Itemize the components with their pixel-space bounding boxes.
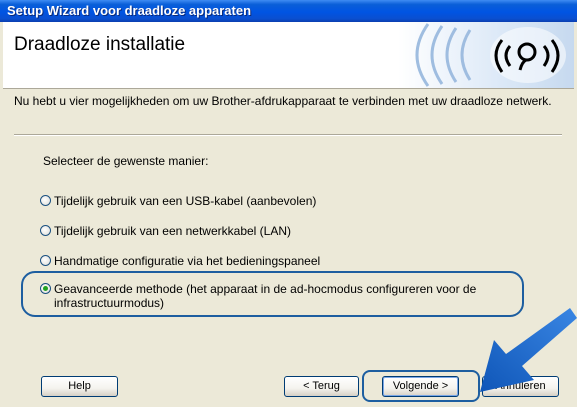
pointer-arrow-icon	[480, 308, 577, 392]
option-label: Handmatige configuratie via het bedienin…	[54, 254, 321, 268]
option-label: Tijdelijk gebruik van een USB-kabel (aan…	[54, 194, 317, 208]
intro-text: Nu hebt u vier mogelijkheden om uw Broth…	[14, 94, 552, 108]
back-button[interactable]: < Terug	[284, 376, 359, 397]
page-title: Draadloze installatie	[14, 34, 186, 55]
window-title: Setup Wizard voor draadloze apparaten	[7, 3, 252, 18]
wizard-header: Draadloze installatie	[3, 22, 574, 89]
title-bar: Setup Wizard voor draadloze apparaten	[0, 0, 577, 22]
option-label: Tijdelijk gebruik van een netwerkkabel (…	[54, 224, 291, 238]
next-button-highlight	[362, 370, 480, 402]
radio-button[interactable]	[40, 195, 51, 206]
wifi-signal-icon	[398, 22, 574, 88]
help-button[interactable]: Help	[41, 376, 118, 397]
selected-option-highlight	[21, 271, 524, 317]
divider	[14, 134, 562, 136]
setup-wizard-window: Setup Wizard voor draadloze apparaten Dr…	[0, 0, 577, 407]
selection-prompt: Selecteer de gewenste manier:	[43, 154, 209, 168]
radio-button[interactable]	[40, 225, 51, 236]
radio-button[interactable]	[40, 255, 51, 266]
